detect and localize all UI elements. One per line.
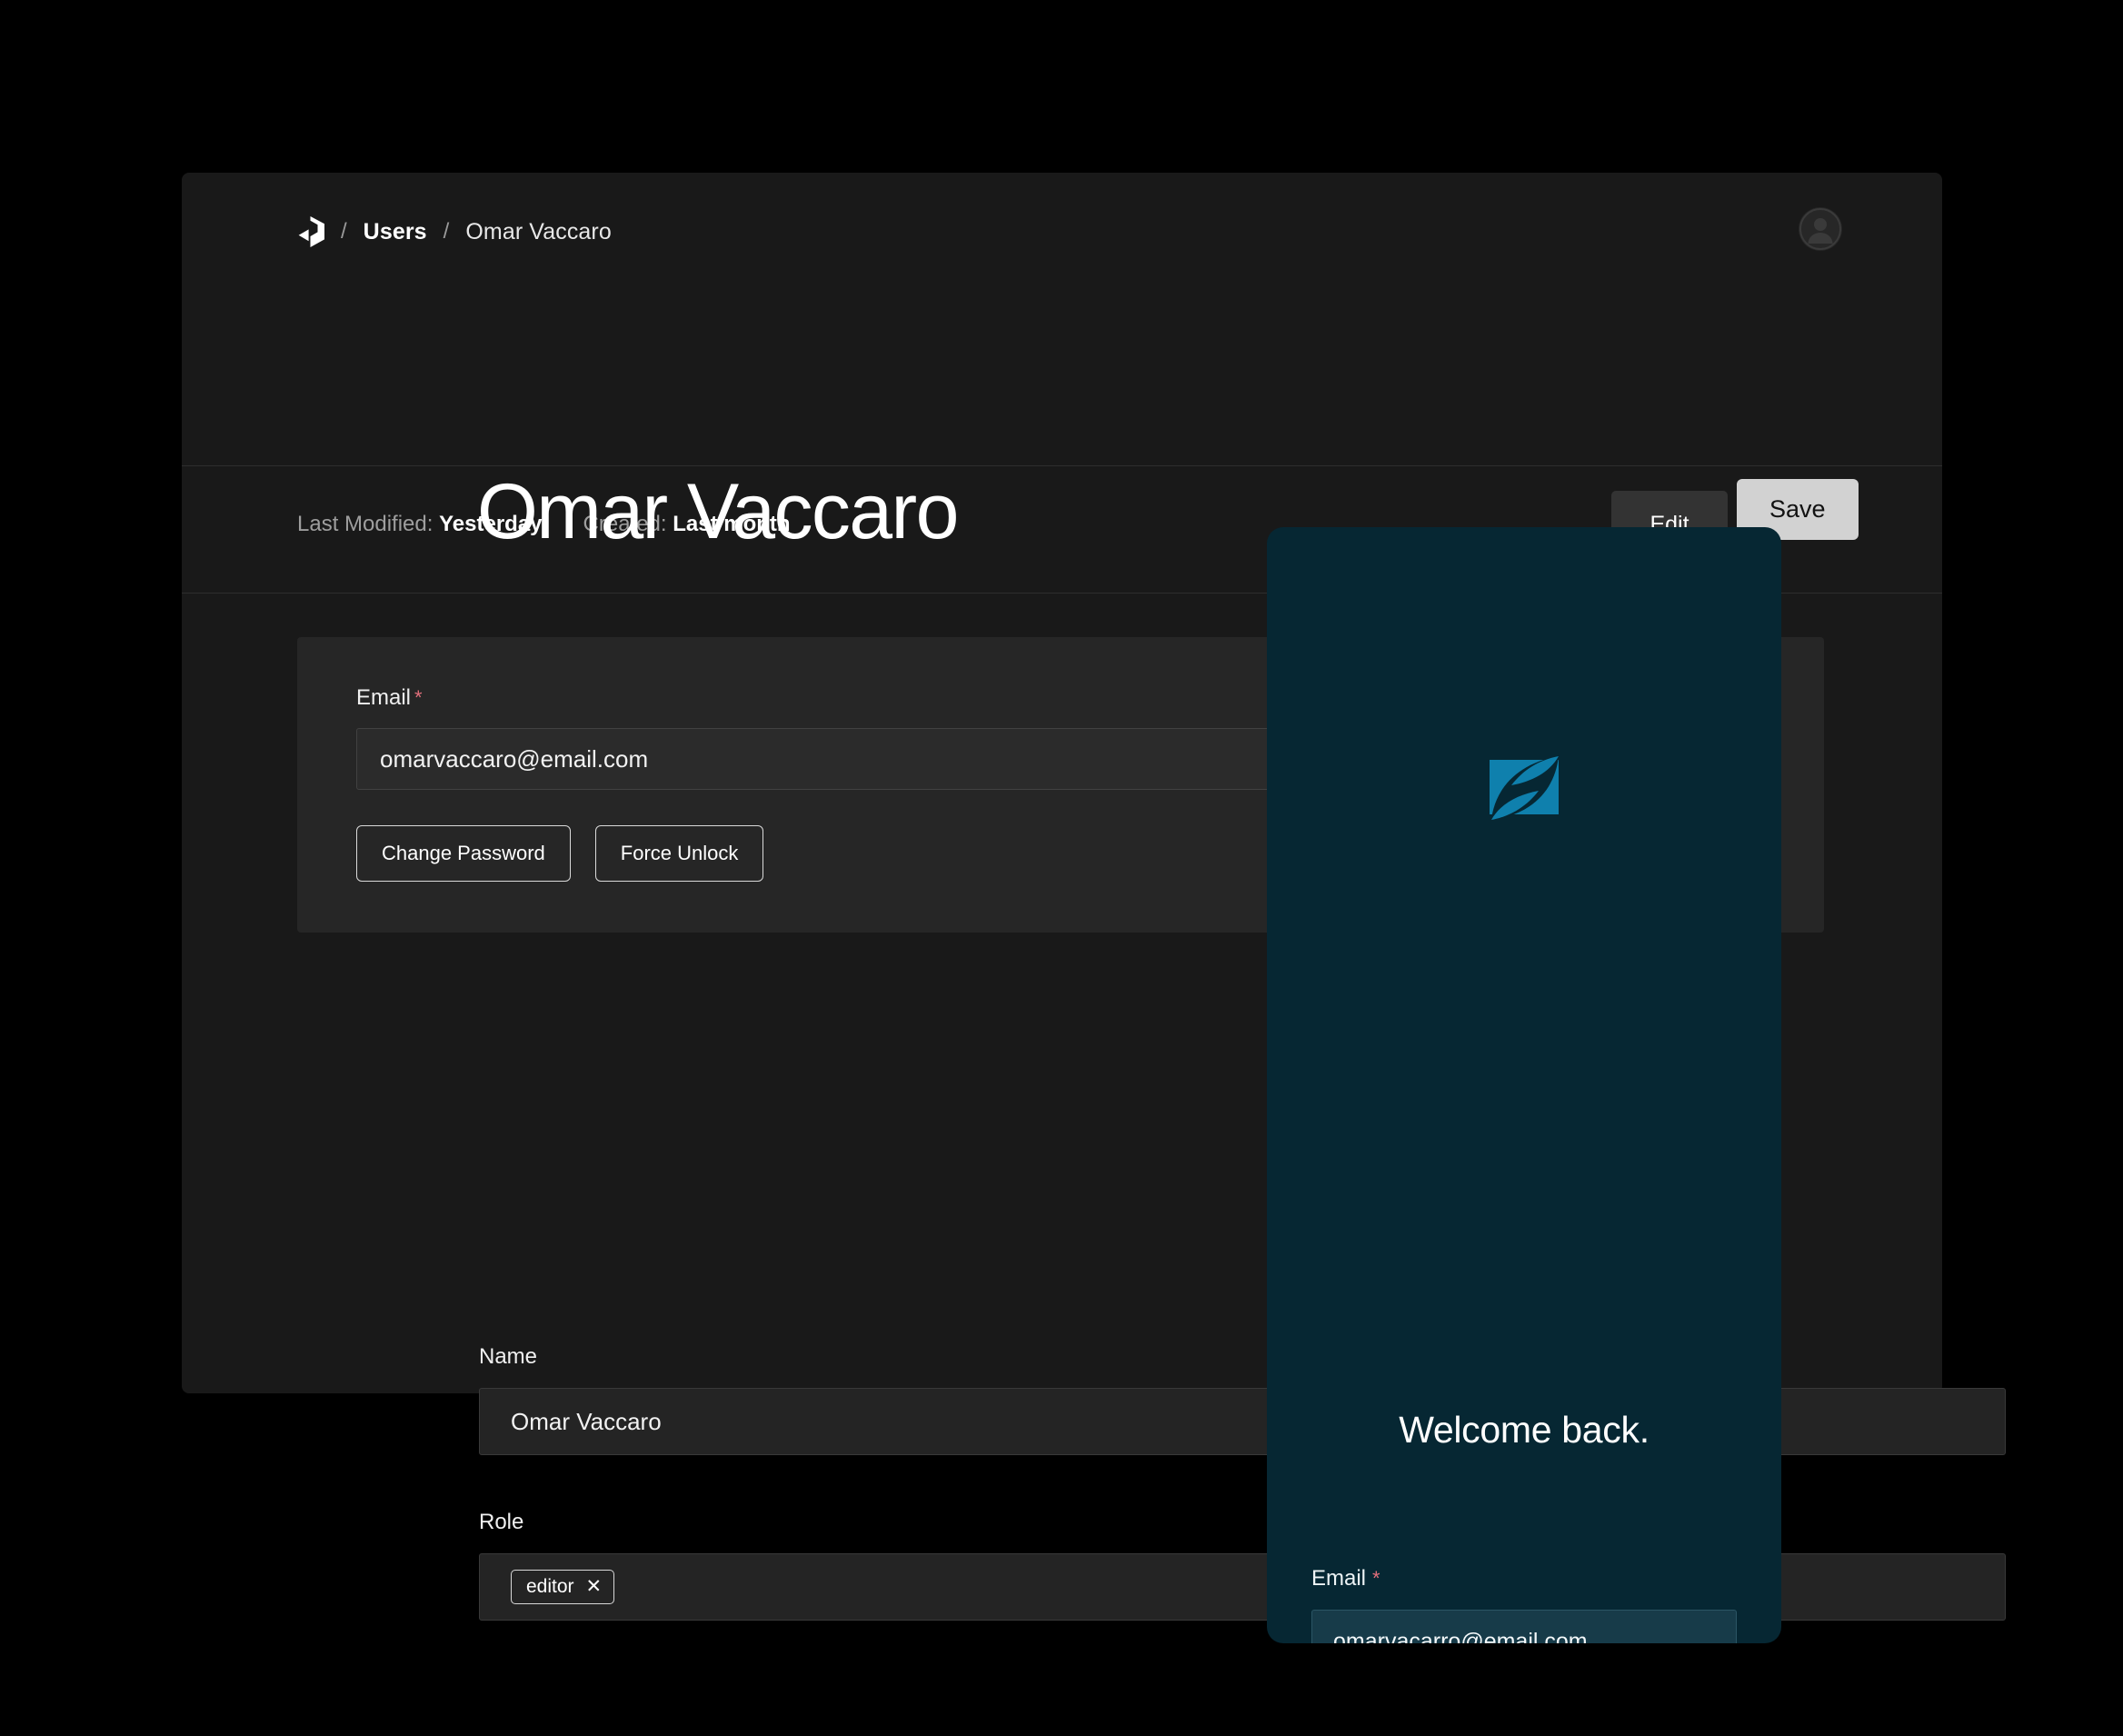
breadcrumb-separator-2: / — [443, 219, 450, 244]
breadcrumb-current: Omar Vaccaro — [465, 218, 612, 244]
role-chip-label: editor — [526, 1576, 574, 1597]
cube-logo-icon[interactable] — [297, 216, 324, 247]
modal-email-label-text: Email — [1311, 1566, 1367, 1591]
modal-email-input[interactable] — [1311, 1610, 1737, 1643]
login-modal: Welcome back. Email* Password* •••••••••… — [1267, 527, 1781, 1643]
change-password-button[interactable]: Change Password — [356, 825, 571, 882]
last-modified-label: Last Modified: — [297, 512, 434, 536]
screen-root: / Users / Omar Vaccaro EditAPI Last Modi… — [0, 0, 2123, 1736]
brand-leaf-logo-icon — [1480, 743, 1568, 831]
breadcrumb-users-link[interactable]: Users — [364, 219, 427, 245]
breadcrumb-separator-1: / — [341, 219, 347, 244]
page-title: Omar Vaccaro — [477, 468, 959, 555]
panel-header: / Users / Omar Vaccaro EditAPI — [182, 173, 1942, 559]
login-form: Email* Password* ••••••••• Log In Sign U… — [1311, 1568, 1737, 1643]
email-label-text: Email — [356, 685, 412, 710]
email-required-marker: * — [414, 686, 423, 709]
modal-email-label: Email * — [1311, 1568, 1737, 1590]
welcome-heading: Welcome back. — [1399, 1409, 1650, 1451]
breadcrumb: / Users / Omar Vaccaro — [297, 215, 612, 248]
chip-remove-icon[interactable]: ✕ — [586, 1577, 603, 1596]
user-avatar-icon[interactable] — [1799, 207, 1842, 251]
role-chip-editor[interactable]: editor ✕ — [511, 1570, 615, 1604]
force-unlock-button[interactable]: Force Unlock — [594, 825, 764, 882]
modal-email-required-marker: * — [1372, 1567, 1380, 1590]
